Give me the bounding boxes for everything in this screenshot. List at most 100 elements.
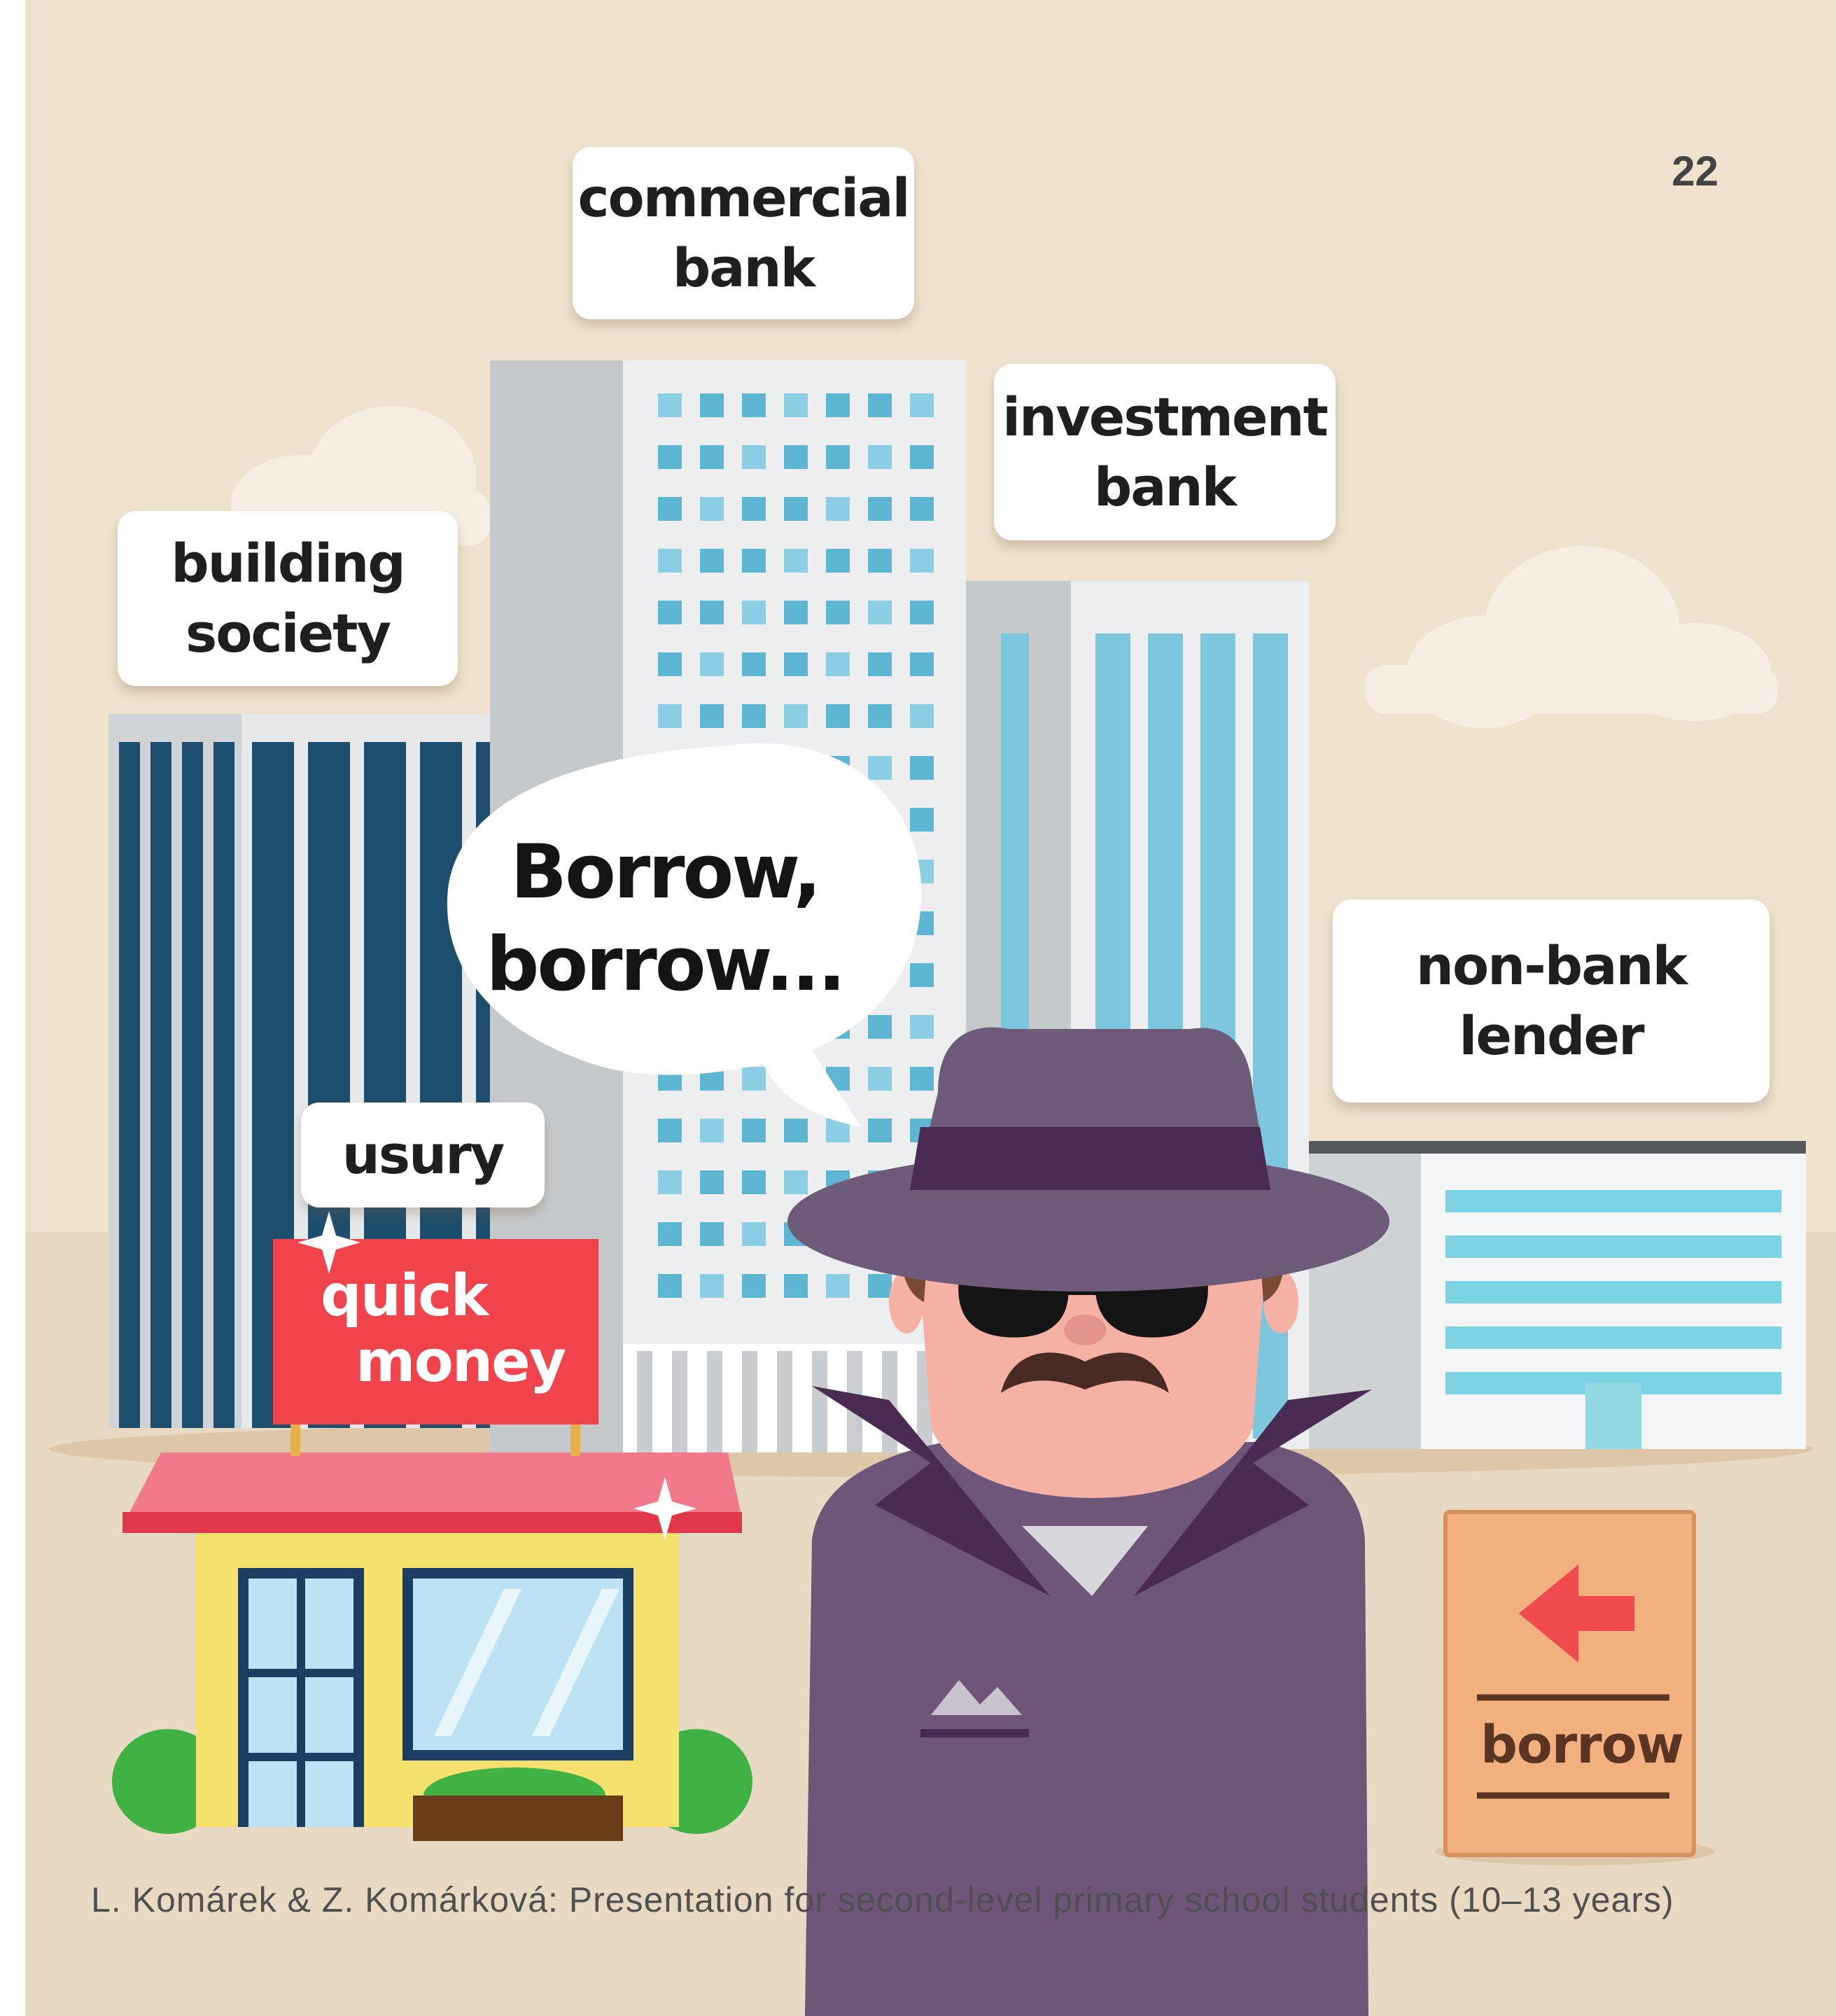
window-pane	[658, 1170, 682, 1194]
window-pane	[700, 601, 724, 624]
label-commercial-bank-line1: commercial	[577, 167, 910, 229]
window-pane	[742, 1067, 766, 1091]
window-pane	[868, 393, 892, 417]
window-pane	[700, 1274, 724, 1298]
label-building-society-line1: building	[171, 532, 406, 594]
window-pane	[868, 1119, 892, 1142]
label-building-society-line2: society	[185, 602, 391, 664]
window-pane	[784, 704, 808, 728]
window-pane	[742, 601, 766, 624]
window-pane	[658, 1222, 682, 1246]
window-pane	[742, 1222, 766, 1246]
window-pane	[658, 1274, 682, 1298]
window-pane	[784, 445, 808, 469]
window-pane	[826, 704, 850, 728]
footer-credit: L. Komárek & Z. Komárková: Presentation …	[91, 1880, 1674, 1919]
label-non-bank-lender-line1: non-bank	[1415, 934, 1688, 997]
speech-bubble-text: Borrow, borrow...	[483, 826, 847, 1011]
window-pane	[826, 601, 850, 624]
window-pane	[742, 652, 766, 676]
label-building-society: building society	[118, 511, 458, 686]
window-pane	[658, 652, 682, 676]
window-pane	[742, 445, 766, 469]
borrow-sign-board	[1435, 1510, 1715, 1865]
window-pane	[826, 652, 850, 676]
label-investment-bank: investment bank	[994, 364, 1336, 540]
window-pane	[826, 549, 850, 573]
window-pane	[868, 1015, 892, 1039]
window-pane	[910, 652, 934, 676]
label-non-bank-lender-line2: lender	[1459, 1004, 1644, 1067]
window-pane	[742, 497, 766, 521]
window-pane	[700, 1170, 724, 1194]
window-pane	[868, 756, 892, 780]
label-commercial-bank: commercial bank	[573, 147, 914, 319]
label-usury-text: usury	[342, 1124, 505, 1186]
window-pane	[742, 1274, 766, 1298]
window-pane	[658, 445, 682, 469]
window-pane	[868, 445, 892, 469]
window-pane	[826, 1274, 850, 1298]
window-pane	[826, 393, 850, 417]
window-pane	[910, 808, 934, 832]
label-investment-bank-line1: investment	[1002, 386, 1329, 448]
window-pane	[700, 497, 724, 521]
window-pane	[784, 1119, 808, 1142]
page-number: 22	[1672, 148, 1718, 195]
window-pane	[784, 1274, 808, 1298]
window-pane	[742, 393, 766, 417]
window-pane	[868, 601, 892, 624]
window-pane	[910, 601, 934, 624]
left-margin-strip	[0, 0, 25, 2016]
window-pane	[910, 445, 934, 469]
window-pane	[658, 497, 682, 521]
window-pane	[742, 1170, 766, 1194]
window-pane	[658, 601, 682, 624]
window-pane	[658, 549, 682, 573]
window-pane	[784, 652, 808, 676]
borrow-sign-label: borrow	[1480, 1715, 1684, 1775]
window-pane	[868, 652, 892, 676]
quick-money-line1: quick	[321, 1263, 489, 1329]
speech-bubble-line1: Borrow,	[510, 829, 821, 915]
speech-bubble-line2: borrow...	[486, 921, 846, 1007]
spy-character	[787, 1027, 1389, 2016]
window-pane	[910, 549, 934, 573]
label-investment-bank-line2: bank	[1093, 456, 1237, 518]
window-pane	[742, 704, 766, 728]
window-pane	[910, 1067, 934, 1091]
window-pane	[868, 549, 892, 573]
window-pane	[910, 497, 934, 521]
window-pane	[868, 497, 892, 521]
window-pane	[700, 549, 724, 573]
window-pane	[784, 1170, 808, 1194]
window-pane	[868, 1274, 892, 1298]
window-pane	[826, 497, 850, 521]
label-non-bank-lender: non-bank lender	[1333, 899, 1770, 1102]
window-pane	[910, 963, 934, 987]
window-pane	[868, 704, 892, 728]
quick-money-sign-text: quick money	[321, 1264, 587, 1395]
window-pane	[700, 445, 724, 469]
window-pane	[700, 393, 724, 417]
non-bank-lender-building	[1309, 1141, 1806, 1449]
label-usury: usury	[301, 1102, 545, 1208]
window-pane	[784, 393, 808, 417]
window-pane	[868, 1067, 892, 1091]
window-pane	[784, 549, 808, 573]
window-pane	[910, 1015, 934, 1039]
label-commercial-bank-line2: bank	[672, 237, 815, 299]
window-pane	[700, 704, 724, 728]
window-pane	[742, 549, 766, 573]
window-pane	[910, 393, 934, 417]
window-pane	[826, 445, 850, 469]
window-pane	[658, 1119, 682, 1142]
window-pane	[658, 704, 682, 728]
window-pane	[700, 1119, 724, 1142]
window-pane	[742, 1119, 766, 1142]
window-pane	[700, 1222, 724, 1246]
quick-money-line2: money	[356, 1329, 566, 1395]
window-pane	[784, 601, 808, 624]
window-pane	[700, 652, 724, 676]
window-pane	[910, 704, 934, 728]
